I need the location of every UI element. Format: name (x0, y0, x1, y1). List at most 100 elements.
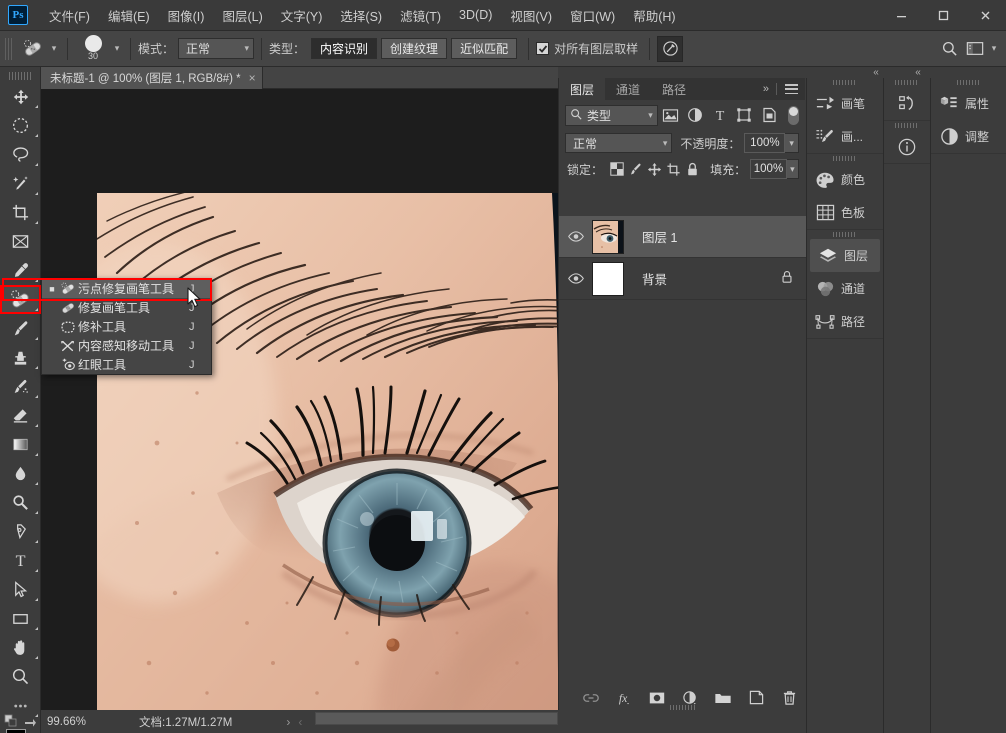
close-icon[interactable]: × (249, 71, 256, 85)
dock-item-adjustments[interactable]: 调整 (931, 120, 1006, 153)
dock-item-history[interactable] (884, 87, 930, 120)
blend-mode-select[interactable]: 正常 ▾ (565, 133, 673, 153)
layer-thumbnail[interactable] (592, 219, 624, 254)
clone-stamp-tool[interactable] (0, 343, 41, 372)
panel-menu-icon[interactable] (785, 84, 798, 94)
dock-item-layers[interactable]: 图层 (810, 239, 880, 272)
menu-file[interactable]: 文件(F) (40, 2, 99, 29)
type-option-proximity-match[interactable]: 近似匹配 (451, 38, 518, 59)
tool-preset-chevron-down-icon[interactable]: ▾ (48, 43, 60, 54)
spot-healing-brush-icon[interactable] (18, 36, 48, 62)
brush-size-preview[interactable]: 30 (75, 34, 111, 64)
dock-grip[interactable] (807, 154, 883, 163)
lock-position-icon[interactable] (645, 158, 664, 180)
menu-edit[interactable]: 编辑(E) (99, 2, 159, 29)
layer-visibility-toggle[interactable] (559, 273, 592, 284)
flyout-item-content-aware-move[interactable]: 内容感知移动工具 J (42, 336, 211, 355)
lock-image-icon[interactable] (626, 158, 645, 180)
menu-help[interactable]: 帮助(H) (624, 2, 684, 29)
menu-3d[interactable]: 3D(D) (450, 4, 501, 26)
mode-select[interactable]: 正常 ▾ (178, 38, 255, 59)
rectangle-tool[interactable] (0, 604, 41, 633)
menu-filter[interactable]: 滤镜(T) (391, 2, 450, 29)
history-brush-tool[interactable] (0, 372, 41, 401)
dock-item-info[interactable] (884, 130, 930, 163)
pen-tool[interactable] (0, 517, 41, 546)
zoom-tool[interactable] (0, 662, 41, 691)
type-option-content-aware[interactable]: 内容识别 (311, 38, 378, 59)
collapse-panel-a-icon[interactable]: « (864, 67, 888, 78)
dock-item-brushes[interactable]: 画... (807, 120, 883, 153)
opacity-chevron-down-icon[interactable]: ▾ (785, 133, 799, 153)
minimize-button[interactable] (880, 0, 922, 31)
layer-name[interactable]: 背景 (642, 269, 667, 288)
layer-visibility-toggle[interactable] (559, 231, 592, 242)
menu-layer[interactable]: 图层(L) (213, 2, 271, 29)
eraser-tool[interactable] (0, 401, 41, 430)
type-tool[interactable]: T (0, 546, 41, 575)
table-row[interactable]: 背景 (559, 258, 806, 300)
filter-shape-icon[interactable] (732, 104, 757, 126)
menu-image[interactable]: 图像(I) (159, 2, 214, 29)
status-collapse-icon[interactable]: ‹ (298, 715, 302, 729)
eyedropper-tool[interactable] (0, 256, 41, 285)
horizontal-scrollbar[interactable] (315, 712, 558, 725)
search-icon[interactable] (936, 36, 962, 62)
gradient-tool[interactable] (0, 430, 41, 459)
chevron-double-right-icon[interactable]: » (763, 83, 769, 95)
lock-transparent-icon[interactable] (607, 158, 626, 180)
menu-window[interactable]: 窗口(W) (561, 2, 624, 29)
dock-grip[interactable] (807, 230, 883, 239)
dock-grip[interactable] (807, 78, 883, 87)
pressure-tablet-icon[interactable] (657, 35, 684, 62)
filter-enable-toggle[interactable] (787, 105, 799, 125)
dock-item-swatches[interactable]: 色板 (807, 196, 883, 229)
filter-type-icon[interactable]: T (707, 104, 732, 126)
dock-item-color[interactable]: 颜色 (807, 163, 883, 196)
swap-colors-icon[interactable] (23, 713, 37, 730)
layer-thumbnail[interactable] (592, 261, 624, 296)
crop-tool[interactable] (0, 198, 41, 227)
document-image[interactable] (97, 193, 558, 710)
lasso-tool[interactable] (0, 140, 41, 169)
layer-name[interactable]: 图层 1 (642, 227, 677, 246)
path-selection-tool[interactable] (0, 575, 41, 604)
maximize-button[interactable] (922, 0, 964, 31)
fill-value[interactable]: 100% (750, 159, 787, 179)
lock-all-icon[interactable] (683, 158, 702, 180)
filter-pixel-icon[interactable] (658, 104, 683, 126)
tab-channels[interactable]: 通道 (605, 78, 651, 100)
zoom-level[interactable]: 99.66% (41, 716, 101, 728)
flyout-item-healing-brush[interactable]: 修复画笔工具 J (42, 298, 211, 317)
spot-healing-brush-tool[interactable] (0, 285, 41, 314)
close-button[interactable] (964, 0, 1006, 31)
move-tool[interactable] (0, 82, 41, 111)
workspace-chevron-down-icon[interactable]: ▾ (988, 43, 1000, 54)
dock-grip[interactable] (931, 78, 1006, 87)
dock-item-properties[interactable]: 属性 (931, 87, 1006, 120)
filter-adjustment-icon[interactable] (683, 104, 708, 126)
frame-tool[interactable] (0, 227, 41, 256)
hand-tool[interactable] (0, 633, 41, 662)
filter-smart-object-icon[interactable] (757, 104, 782, 126)
brush-panel-chevron-down-icon[interactable]: ▾ (111, 43, 123, 54)
tools-panel-grip[interactable] (9, 72, 31, 80)
brush-tool[interactable] (0, 314, 41, 343)
dock-item-paths[interactable]: 路径 (807, 305, 883, 338)
tab-layers[interactable]: 图层 (559, 78, 606, 100)
foreground-color-swatch[interactable] (6, 729, 26, 733)
menu-type[interactable]: 文字(Y) (272, 2, 332, 29)
blur-tool[interactable] (0, 459, 41, 488)
quick-selection-tool[interactable] (0, 169, 41, 198)
options-bar-grip[interactable] (5, 37, 14, 60)
panel-resize-grip[interactable] (559, 704, 806, 711)
arrange-documents-icon[interactable] (962, 36, 988, 62)
document-tab[interactable]: 未标题-1 @ 100% (图层 1, RGB/8#) * × (41, 67, 263, 89)
dock-item-brush-settings[interactable]: 画笔 (807, 87, 883, 120)
table-row[interactable]: 图层 1 (559, 216, 806, 258)
dock-item-channels[interactable]: 通道 (807, 272, 883, 305)
collapse-panel-b-icon[interactable]: « (906, 67, 930, 78)
status-expand-icon[interactable]: › (286, 715, 290, 729)
flyout-item-spot-healing-brush[interactable]: ■ 污点修复画笔工具 J (42, 279, 211, 298)
tab-paths[interactable]: 路径 (651, 78, 697, 100)
